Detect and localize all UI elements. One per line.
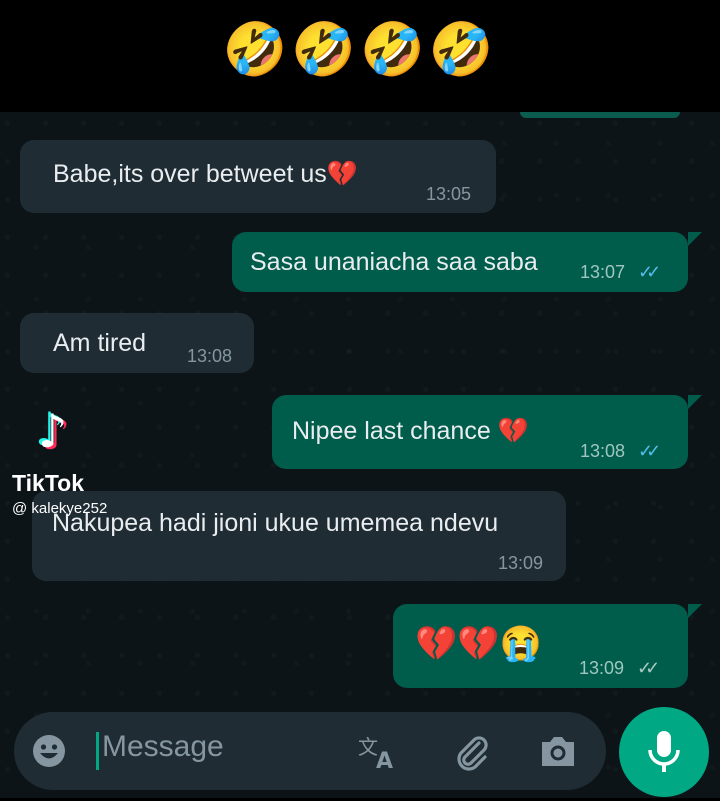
top-banner: 🤣🤣🤣🤣 [0,0,720,112]
text-cursor [96,732,99,770]
tiktok-watermark: ♪ TikTok @ kalekye252 [10,406,150,526]
tiktok-name: TikTok [12,470,84,496]
double-check-icon: ✓✓ [638,441,661,461]
bubble-tail [688,395,702,409]
tiktok-handle: @ kalekye252 [12,500,108,517]
message-time: 13:09 [498,553,544,573]
previous-message-edge [520,112,680,118]
tiktok-logo-icon: ♪ [38,404,68,458]
message-outgoing[interactable]: 💔💔😭 13:09 ✓✓ [393,604,688,688]
message-composer: Message 文 A [14,712,606,790]
message-time: 13:08 [580,441,626,461]
message-time: 13:05 [426,184,472,204]
translate-icon[interactable]: 文 A [356,734,400,777]
microphone-icon [648,731,680,772]
laughing-emojis: 🤣🤣🤣🤣 [222,20,498,80]
voice-record-button[interactable] [619,707,709,797]
message-incoming[interactable]: Babe,its over betweet us💔 13:05 [20,140,496,213]
message-text: Babe,its over betweet us💔 [53,160,358,188]
message-outgoing[interactable]: Nipee last chance 💔 13:08 ✓✓ [272,395,688,469]
message-time: 13:08 [187,346,233,366]
double-check-icon: ✓✓ [638,262,661,282]
message-input[interactable]: Message [102,730,224,764]
svg-text:文: 文 [358,735,378,759]
message-time: 13:07 [580,262,626,282]
message-time: 13:09 [579,658,625,678]
message-outgoing[interactable]: Sasa unaniacha saa saba 13:07 ✓✓ [232,232,688,292]
message-text: 💔💔😭 [415,625,543,663]
camera-icon[interactable] [538,734,578,773]
svg-text:A: A [376,749,393,772]
message-text: Sasa unaniacha saa saba [250,248,538,276]
message-text: Am tired [53,329,147,357]
double-check-icon: ✓✓ [637,658,660,678]
bubble-tail [688,604,702,618]
message-incoming[interactable]: Am tired 13:08 [20,313,254,373]
emoji-icon[interactable] [32,734,66,773]
message-text: Nipee last chance 💔 [292,417,529,445]
paperclip-icon[interactable] [452,732,492,777]
bubble-tail [688,232,702,246]
